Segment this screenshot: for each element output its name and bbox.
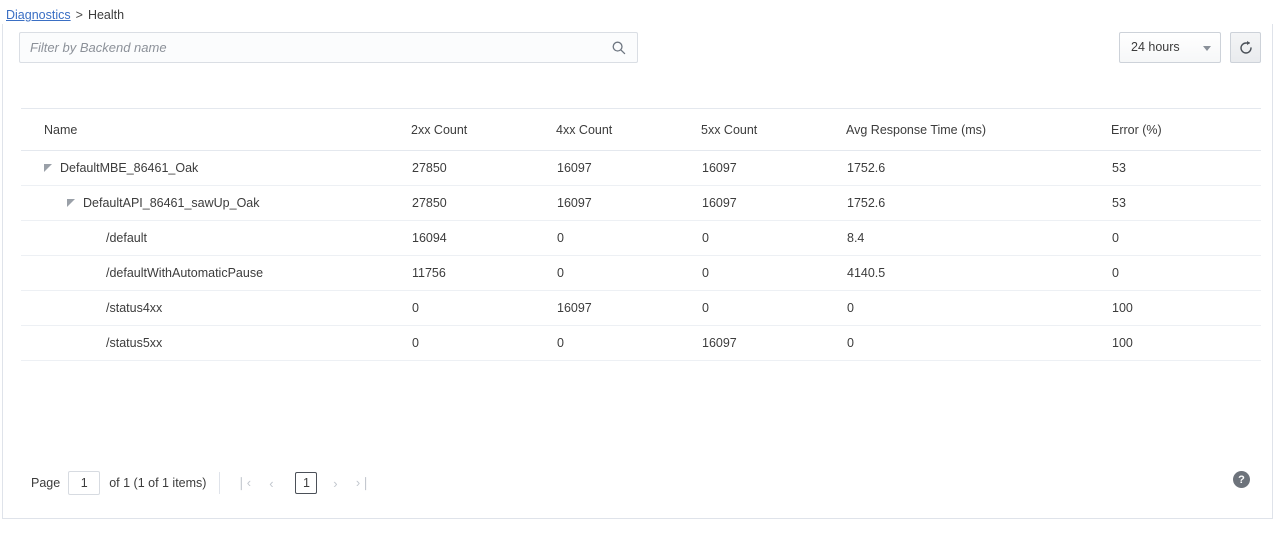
cell-5xx-count: 16097 xyxy=(701,186,846,221)
cell-error-percent: 0 xyxy=(1111,256,1261,291)
cell-avg-response-time: 4140.5 xyxy=(846,256,1111,291)
table-row[interactable]: DefaultAPI_86461_sawUp_Oak27850160971609… xyxy=(21,186,1261,221)
cell-error-percent: 100 xyxy=(1111,291,1261,326)
cell-4xx-count: 0 xyxy=(556,256,701,291)
column-header-2xx-count[interactable]: 2xx Count xyxy=(411,109,556,151)
column-header-name[interactable]: Name xyxy=(21,109,411,151)
cell-avg-response-time: 1752.6 xyxy=(846,186,1111,221)
cell-4xx-count: 16097 xyxy=(556,186,701,221)
health-page: Diagnostics > Health 24 hours xyxy=(0,0,1280,540)
first-page-button[interactable]: ❘‹ xyxy=(232,472,254,494)
cell-4xx-count: 16097 xyxy=(556,151,701,186)
cell-2xx-count: 16094 xyxy=(411,221,556,256)
cell-avg-response-time: 0 xyxy=(846,326,1111,361)
cell-name: DefaultAPI_86461_sawUp_Oak xyxy=(21,186,411,221)
cell-5xx-count: 16097 xyxy=(701,326,846,361)
page-number-1-button[interactable]: 1 xyxy=(295,472,317,494)
cell-error-percent: 53 xyxy=(1111,151,1261,186)
cell-5xx-count: 16097 xyxy=(701,151,846,186)
health-table-wrapper: Name 2xx Count 4xx Count 5xx Count Avg R… xyxy=(21,108,1261,361)
breadcrumb: Diagnostics > Health xyxy=(6,7,124,23)
page-label: Page xyxy=(31,476,60,490)
row-name-label: /default xyxy=(106,231,147,245)
tree-expand-icon[interactable] xyxy=(67,199,76,208)
cell-avg-response-time: 1752.6 xyxy=(846,151,1111,186)
cell-5xx-count: 0 xyxy=(701,256,846,291)
breadcrumb-separator: > xyxy=(76,8,83,22)
cell-avg-response-time: 0 xyxy=(846,291,1111,326)
breadcrumb-link-diagnostics[interactable]: Diagnostics xyxy=(6,8,71,22)
cell-5xx-count: 0 xyxy=(701,291,846,326)
content-panel: 24 hours Name 2xx Cou xyxy=(2,24,1273,519)
time-range-label: 24 hours xyxy=(1131,40,1180,54)
cell-2xx-count: 0 xyxy=(411,291,556,326)
time-range-select[interactable]: 24 hours xyxy=(1119,32,1221,63)
cell-2xx-count: 27850 xyxy=(411,151,556,186)
cell-error-percent: 100 xyxy=(1111,326,1261,361)
column-header-avg-response-time[interactable]: Avg Response Time (ms) xyxy=(846,109,1111,151)
refresh-button[interactable] xyxy=(1230,32,1261,63)
cell-name: /status4xx xyxy=(21,291,411,326)
cell-name: /defaultWithAutomaticPause xyxy=(21,256,411,291)
table-row[interactable]: /status5xx00160970100 xyxy=(21,326,1261,361)
row-name-label: DefaultMBE_86461_Oak xyxy=(60,161,198,175)
search-input[interactable] xyxy=(20,33,600,62)
table-row[interactable]: /default16094008.40 xyxy=(21,221,1261,256)
cell-name: DefaultMBE_86461_Oak xyxy=(21,151,411,186)
cell-name: /status5xx xyxy=(21,326,411,361)
row-name-label: /defaultWithAutomaticPause xyxy=(106,266,263,280)
tree-expand-icon[interactable] xyxy=(44,164,53,173)
cell-2xx-count: 11756 xyxy=(411,256,556,291)
filter-box xyxy=(19,32,638,63)
pagination-bar: Page of 1 (1 of 1 items) ❘‹ ‹ 1 › ›❘ ? xyxy=(3,468,1272,498)
column-header-4xx-count[interactable]: 4xx Count xyxy=(556,109,701,151)
next-page-button[interactable]: › xyxy=(324,472,346,494)
page-number-input[interactable] xyxy=(68,471,100,495)
table-row[interactable]: /status4xx01609700100 xyxy=(21,291,1261,326)
cell-avg-response-time: 8.4 xyxy=(846,221,1111,256)
chevron-down-icon xyxy=(1203,46,1211,51)
cell-error-percent: 0 xyxy=(1111,221,1261,256)
column-header-error-percent[interactable]: Error (%) xyxy=(1111,109,1261,151)
table-row[interactable]: DefaultMBE_86461_Oak2785016097160971752.… xyxy=(21,151,1261,186)
table-header-row: Name 2xx Count 4xx Count 5xx Count Avg R… xyxy=(21,109,1261,151)
health-table: Name 2xx Count 4xx Count 5xx Count Avg R… xyxy=(21,108,1261,361)
table-header: Name 2xx Count 4xx Count 5xx Count Avg R… xyxy=(21,109,1261,151)
cell-4xx-count: 16097 xyxy=(556,291,701,326)
search-icon xyxy=(611,40,627,56)
row-name-label: DefaultAPI_86461_sawUp_Oak xyxy=(83,196,260,210)
cell-error-percent: 53 xyxy=(1111,186,1261,221)
table-row[interactable]: /defaultWithAutomaticPause11756004140.50 xyxy=(21,256,1261,291)
help-icon[interactable]: ? xyxy=(1233,471,1250,488)
pager-divider xyxy=(219,472,220,494)
previous-page-button[interactable]: ‹ xyxy=(260,472,282,494)
table-body: DefaultMBE_86461_Oak2785016097160971752.… xyxy=(21,151,1261,361)
cell-name: /default xyxy=(21,221,411,256)
page-summary: of 1 (1 of 1 items) xyxy=(109,476,206,490)
row-name-label: /status5xx xyxy=(106,336,162,350)
cell-2xx-count: 0 xyxy=(411,326,556,361)
last-page-button[interactable]: ›❘ xyxy=(352,472,374,494)
cell-2xx-count: 27850 xyxy=(411,186,556,221)
cell-4xx-count: 0 xyxy=(556,221,701,256)
breadcrumb-current-health: Health xyxy=(88,8,124,22)
cell-5xx-count: 0 xyxy=(701,221,846,256)
row-name-label: /status4xx xyxy=(106,301,162,315)
cell-4xx-count: 0 xyxy=(556,326,701,361)
refresh-icon xyxy=(1238,40,1254,56)
column-header-5xx-count[interactable]: 5xx Count xyxy=(701,109,846,151)
toolbar: 24 hours xyxy=(3,24,1272,86)
